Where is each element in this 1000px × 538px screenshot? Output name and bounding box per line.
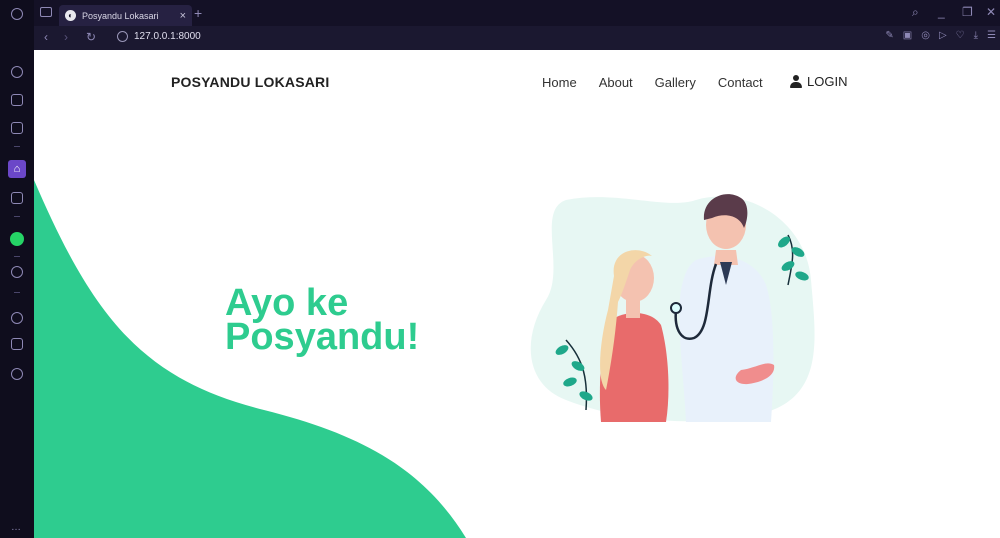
search-icon[interactable]: ⌕: [912, 5, 919, 20]
green-wave-shape: [34, 180, 466, 538]
url-field[interactable]: 127.0.0.1:8000: [134, 31, 201, 42]
browser-tab-active[interactable]: ◐ Posyandu Lokasari ×: [59, 5, 192, 26]
download-icon[interactable]: ⤓: [974, 30, 978, 41]
site-brand[interactable]: POSYANDU LOKASARI: [171, 74, 329, 90]
settings-icon[interactable]: [11, 368, 23, 380]
clock-icon[interactable]: [11, 312, 23, 324]
nav-gallery[interactable]: Gallery: [655, 75, 696, 90]
browser-sidebar: ⌂ …: [0, 0, 34, 538]
tab-title: Posyandu Lokasari: [82, 10, 159, 21]
box-icon[interactable]: [11, 338, 23, 350]
bag-icon[interactable]: [11, 94, 23, 106]
sidebar-home-icon[interactable]: ⌂: [8, 160, 26, 178]
minimize-icon[interactable]: _: [938, 5, 945, 19]
tab-close-icon[interactable]: ×: [180, 10, 186, 22]
reload-icon[interactable]: ↻: [86, 30, 96, 44]
menu-icon[interactable]: ☰: [987, 30, 996, 41]
hero-line-2: Posyandu!: [225, 316, 420, 358]
nav-home[interactable]: Home: [542, 75, 577, 90]
browser-tab-bar: ◐ Posyandu Lokasari × + ⌕ _ ❐ ✕: [0, 0, 1000, 26]
edit-icon[interactable]: ✎: [885, 30, 893, 41]
gamepad-icon[interactable]: [11, 192, 23, 204]
close-icon[interactable]: ✕: [986, 5, 996, 19]
nav-contact[interactable]: Contact: [718, 75, 763, 90]
user-icon: [790, 75, 802, 88]
site-nav: Home About Gallery Contact: [542, 75, 763, 90]
login-link[interactable]: LOGIN: [790, 74, 847, 89]
restore-icon[interactable]: ❐: [962, 5, 973, 19]
play-icon[interactable]: ▷: [939, 30, 947, 41]
webpage: POSYANDU LOKASARI Home About Gallery Con…: [34, 50, 1000, 538]
browser-logo-icon: [11, 8, 23, 20]
sidebar-divider: [14, 292, 20, 293]
workspaces-icon[interactable]: [40, 7, 52, 17]
twitch-icon[interactable]: [11, 122, 23, 134]
more-icon[interactable]: …: [11, 522, 22, 533]
back-icon[interactable]: ‹: [44, 30, 48, 44]
hero-heading: Ayo ke Posyandu!: [225, 282, 420, 358]
sidebar-divider: [14, 256, 20, 257]
nav-about[interactable]: About: [599, 75, 633, 90]
toolbar-icons: ✎ ▣ ◎ ▷ ♡ ⤓ ☰: [885, 30, 996, 41]
login-label: LOGIN: [807, 74, 848, 89]
whatsapp-icon[interactable]: [10, 232, 24, 246]
doctor-patient-illustration: [530, 194, 815, 422]
sidebar-divider: [14, 146, 20, 147]
hero-line-1: Ayo ke: [225, 282, 349, 324]
player-icon[interactable]: [11, 266, 23, 278]
site-info-icon[interactable]: [117, 31, 128, 42]
tab-favicon-icon: ◐: [65, 10, 76, 21]
screenshot-icon[interactable]: ▣: [903, 30, 912, 41]
sidebar-divider: [14, 216, 20, 217]
messenger-icon[interactable]: [11, 66, 23, 78]
shield-icon[interactable]: ◎: [921, 30, 930, 41]
heart-icon[interactable]: ♡: [956, 30, 965, 41]
forward-icon[interactable]: ›: [64, 30, 68, 44]
new-tab-button[interactable]: +: [194, 5, 202, 21]
